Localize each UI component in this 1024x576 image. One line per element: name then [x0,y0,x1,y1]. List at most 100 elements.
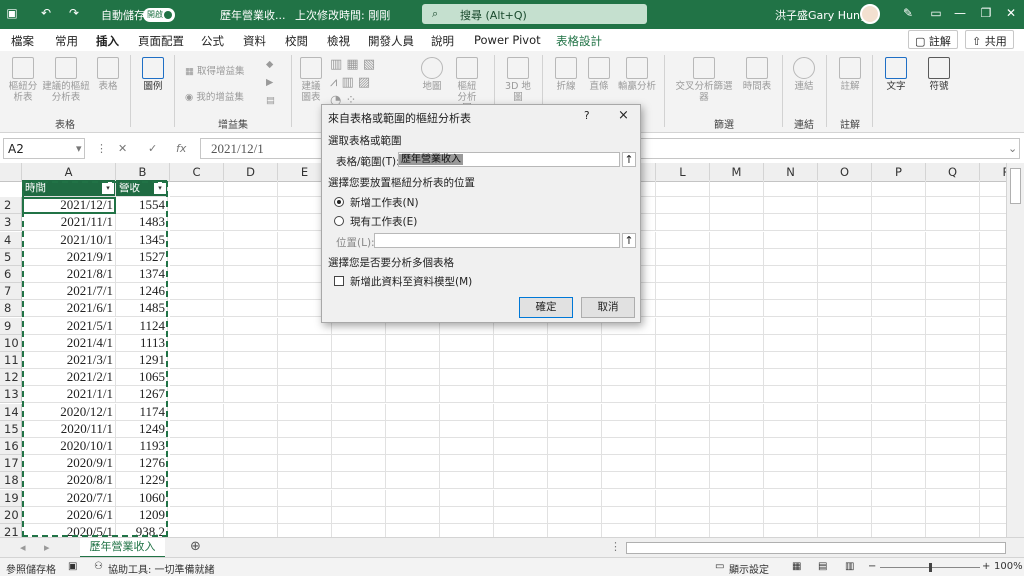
row-header[interactable]: 9 [0,318,22,335]
existing-worksheet-label[interactable]: 現有工作表(E) [350,214,417,229]
tab-table-design[interactable]: 表格設計 [556,33,602,49]
column-chart-icon[interactable]: ▥ ▦ ▧ [330,57,375,72]
grid-cell[interactable] [656,283,710,300]
grid-cell[interactable] [656,318,710,335]
grid-cell[interactable] [170,318,224,335]
grid-cell[interactable] [278,507,332,524]
grid-cell[interactable] [224,300,278,317]
autosave-toggle[interactable]: 開啟 [143,8,175,22]
grid-cell[interactable] [980,369,1006,386]
tab-file[interactable]: 檔案 [11,33,34,49]
grid-cell[interactable] [386,524,440,537]
zoom-in-icon[interactable]: + [982,561,990,572]
text-button[interactable]: 文字 [882,57,910,92]
grid-cell[interactable] [386,438,440,455]
grid-cell[interactable] [494,335,548,352]
grid-cell[interactable] [170,438,224,455]
grid-cell[interactable] [440,507,494,524]
row-header[interactable]: 4 [0,232,22,249]
grid-cell[interactable] [926,507,980,524]
avatar[interactable] [860,4,880,24]
grid-cell[interactable] [656,300,710,317]
grid-cell[interactable] [872,386,926,403]
grid-cell[interactable] [872,283,926,300]
grid-cell[interactable] [980,507,1006,524]
grid-cell[interactable] [764,455,818,472]
grid-cell[interactable] [818,249,872,266]
grid-cell[interactable] [764,524,818,537]
grid-cell[interactable] [170,404,224,421]
grid-cell[interactable] [764,472,818,489]
grid-cell[interactable] [548,352,602,369]
grid-cell[interactable] [224,490,278,507]
close-icon[interactable]: ✕ [1001,6,1021,20]
grid-cell[interactable] [602,438,656,455]
grid-cell[interactable] [602,386,656,403]
grid-cell[interactable] [278,404,332,421]
select-all-corner[interactable] [0,163,22,182]
tab-view[interactable]: 檢視 [327,33,350,49]
grid-cell[interactable] [656,369,710,386]
grid-cell[interactable] [440,386,494,403]
undo-icon[interactable]: ↶ [36,6,56,20]
grid-cell[interactable] [872,180,926,197]
win-loss-button[interactable]: 輸贏分析 [617,57,657,92]
grid-cell[interactable] [764,352,818,369]
grid-cell[interactable] [170,300,224,317]
grid-cell[interactable] [764,404,818,421]
zoom-level[interactable]: 100% [994,561,1023,572]
tab-page-layout[interactable]: 頁面配置 [138,33,184,49]
search-box[interactable]: ⌕ 搜尋 (Alt+Q) [422,4,647,24]
row-header[interactable]: 5 [0,249,22,266]
people-graph-icon[interactable]: ▤ [266,95,275,106]
grid-cell[interactable] [818,318,872,335]
grid-cell[interactable] [980,404,1006,421]
grid-cell[interactable] [926,197,980,214]
grid-cell[interactable] [332,472,386,489]
grid-cell[interactable] [224,386,278,403]
grid-cell[interactable] [872,335,926,352]
grid-cell[interactable] [224,335,278,352]
grid-cell[interactable] [710,507,764,524]
grid-cell[interactable] [548,455,602,472]
display-settings-icon[interactable]: ▭ [715,561,724,572]
cancel-icon[interactable]: ✕ [118,142,127,155]
timeline-button[interactable]: 時間表 [740,57,774,92]
grid-cell[interactable] [440,524,494,537]
grid-cell[interactable] [764,318,818,335]
row-header[interactable]: 13 [0,386,22,403]
grid-cell[interactable] [926,421,980,438]
grid-cell[interactable] [224,232,278,249]
grid-cell[interactable] [224,421,278,438]
row-header[interactable]: 12 [0,369,22,386]
location-input[interactable] [374,233,620,248]
tab-home[interactable]: 常用 [55,33,78,49]
sheet-tab[interactable]: 歷年營業收入 [80,538,165,558]
grid-cell[interactable] [818,335,872,352]
grid-cell[interactable] [656,472,710,489]
grid-cell[interactable] [170,283,224,300]
tab-insert[interactable]: 插入 [96,33,119,53]
grid-cell[interactable] [224,214,278,231]
symbols-button[interactable]: 符號 [925,57,953,92]
grid-cell[interactable] [872,524,926,537]
grid-cell[interactable] [872,232,926,249]
enter-icon[interactable]: ✓ [148,142,157,155]
grid-cell[interactable] [656,524,710,537]
grid-cell[interactable] [980,490,1006,507]
row-header[interactable]: 20 [0,507,22,524]
my-addins-button[interactable]: ◉ 我的增益集 [185,89,244,103]
grid-cell[interactable] [494,507,548,524]
grid-cell[interactable] [602,455,656,472]
tab-data[interactable]: 資料 [243,33,266,49]
grid-cell[interactable] [656,249,710,266]
recommended-charts-button[interactable]: 建議圖表 [298,57,324,103]
data-model-checkbox[interactable] [334,276,344,286]
tab-developer[interactable]: 開發人員 [368,33,414,49]
maps-button[interactable]: 地圖 [419,57,445,92]
grid-cell[interactable] [170,197,224,214]
insert-comment-button[interactable]: 註解 [837,57,863,92]
row-header[interactable]: 21 [0,524,22,537]
grid-cell[interactable] [818,507,872,524]
grid-cell[interactable] [980,524,1006,537]
